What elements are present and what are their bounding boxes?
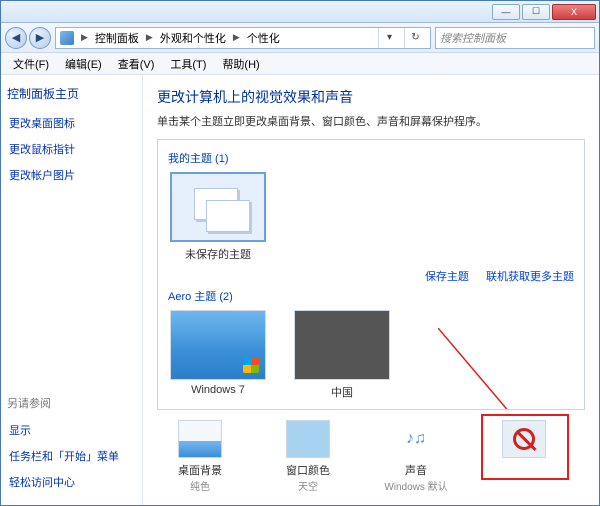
minimize-button[interactable]: — (492, 4, 520, 20)
sidebar: 控制面板主页 更改桌面图标 更改鼠标指针 更改帐户图片 另请参阅 显示 任务栏和… (1, 75, 143, 505)
theme-links: 保存主题 联机获取更多主题 (168, 268, 574, 284)
address-bar: ◀ ▶ ▶ 控制面板 ▶ 外观和个性化 ▶ 个性化 ▾ ↻ 搜索控制面板 (1, 23, 599, 53)
search-placeholder: 搜索控制面板 (440, 30, 506, 46)
bottom-tools: 桌面背景 纯色 窗口颜色 天空 ♪♫ 声音 Windows 默认 (157, 410, 585, 497)
tool-label: 桌面背景 (161, 462, 239, 478)
breadcrumb-leaf[interactable]: 个性化 (247, 30, 280, 46)
page-desc: 单击某个主题立即更改桌面背景、窗口颜色、声音和屏幕保护程序。 (157, 113, 585, 129)
theme-thumb (294, 310, 390, 380)
sidebar-link-mouse-pointers[interactable]: 更改鼠标指针 (7, 136, 136, 162)
sidebar-header[interactable]: 控制面板主页 (7, 85, 136, 102)
theme-label: Windows 7 (168, 384, 268, 396)
tool-sublabel: 天空 (269, 478, 347, 493)
dropdown-icon[interactable]: ▾ (378, 28, 400, 48)
save-theme-link[interactable]: 保存主题 (425, 271, 469, 283)
section-aero: Aero 主题 (2) (168, 288, 574, 304)
menu-bar: 文件(F) 编辑(E) 查看(V) 工具(T) 帮助(H) (1, 53, 599, 75)
more-themes-link[interactable]: 联机获取更多主题 (486, 271, 574, 283)
search-input[interactable]: 搜索控制面板 (435, 27, 595, 49)
tool-label: 声音 (377, 462, 455, 478)
body: 控制面板主页 更改桌面图标 更改鼠标指针 更改帐户图片 另请参阅 显示 任务栏和… (1, 75, 599, 505)
breadcrumb[interactable]: ▶ 控制面板 ▶ 外观和个性化 ▶ 个性化 ▾ ↻ (55, 27, 431, 49)
themes-pane: 我的主题 (1) 未保存的主题 保存主题 联机获取更多主题 Aero 主题 (2… (157, 139, 585, 410)
theme-windows7[interactable]: Windows 7 (168, 310, 268, 400)
sidebar-link-display[interactable]: 显示 (7, 417, 136, 443)
maximize-button[interactable]: ☐ (522, 4, 550, 20)
sidebar-link-desktop-icons[interactable]: 更改桌面图标 (7, 110, 136, 136)
tool-sound[interactable]: ♪♫ 声音 Windows 默认 (377, 420, 455, 493)
sidebar-link-ease-of-access[interactable]: 轻松访问中心 (7, 469, 136, 495)
breadcrumb-mid[interactable]: 外观和个性化 (160, 30, 226, 46)
theme-thumb (170, 172, 266, 242)
breadcrumb-root[interactable]: 控制面板 (95, 30, 139, 46)
screensaver-icon (502, 420, 546, 458)
theme-label: 中国 (292, 384, 392, 400)
close-button[interactable]: X (552, 4, 596, 20)
section-high-contrast: 基本和高对比度主题 (2) (168, 408, 574, 410)
chevron-right-icon: ▶ (78, 32, 91, 43)
theme-label: 未保存的主题 (168, 246, 268, 262)
window: — ☐ X ◀ ▶ ▶ 控制面板 ▶ 外观和个性化 ▶ 个性化 ▾ ↻ 搜索控制… (0, 0, 600, 506)
menu-view[interactable]: 查看(V) (110, 56, 163, 72)
menu-help[interactable]: 帮助(H) (214, 56, 267, 72)
refresh-icon[interactable]: ↻ (404, 28, 426, 48)
tool-desktop-background[interactable]: 桌面背景 纯色 (161, 420, 239, 493)
sound-icon: ♪♫ (394, 420, 438, 458)
tool-screensaver[interactable] (485, 420, 563, 493)
window-color-icon (286, 420, 330, 458)
theme-china[interactable]: 中国 (292, 310, 392, 400)
tool-sublabel: 纯色 (161, 478, 239, 493)
menu-file[interactable]: 文件(F) (5, 56, 57, 72)
theme-unsaved[interactable]: 未保存的主题 (168, 172, 268, 262)
sidebar-link-account-picture[interactable]: 更改帐户图片 (7, 162, 136, 188)
tool-window-color[interactable]: 窗口颜色 天空 (269, 420, 347, 493)
forward-button[interactable]: ▶ (29, 27, 51, 49)
sidebar-seealso-label: 另请参阅 (7, 395, 136, 411)
chevron-right-icon: ▶ (230, 32, 243, 43)
nav-buttons: ◀ ▶ (5, 27, 51, 49)
section-my-themes: 我的主题 (1) (168, 150, 574, 166)
tool-sublabel: Windows 默认 (377, 478, 455, 493)
chevron-right-icon: ▶ (143, 32, 156, 43)
sidebar-link-taskbar[interactable]: 任务栏和「开始」菜单 (7, 443, 136, 469)
theme-thumb (170, 310, 266, 380)
main: 更改计算机上的视觉效果和声音 单击某个主题立即更改桌面背景、窗口颜色、声音和屏幕… (143, 75, 599, 505)
menu-tools[interactable]: 工具(T) (162, 56, 214, 72)
desktop-background-icon (178, 420, 222, 458)
titlebar: — ☐ X (1, 1, 599, 23)
menu-edit[interactable]: 编辑(E) (57, 56, 110, 72)
back-button[interactable]: ◀ (5, 27, 27, 49)
tool-label: 窗口颜色 (269, 462, 347, 478)
page-title: 更改计算机上的视觉效果和声音 (157, 87, 585, 107)
control-panel-icon (60, 31, 74, 45)
